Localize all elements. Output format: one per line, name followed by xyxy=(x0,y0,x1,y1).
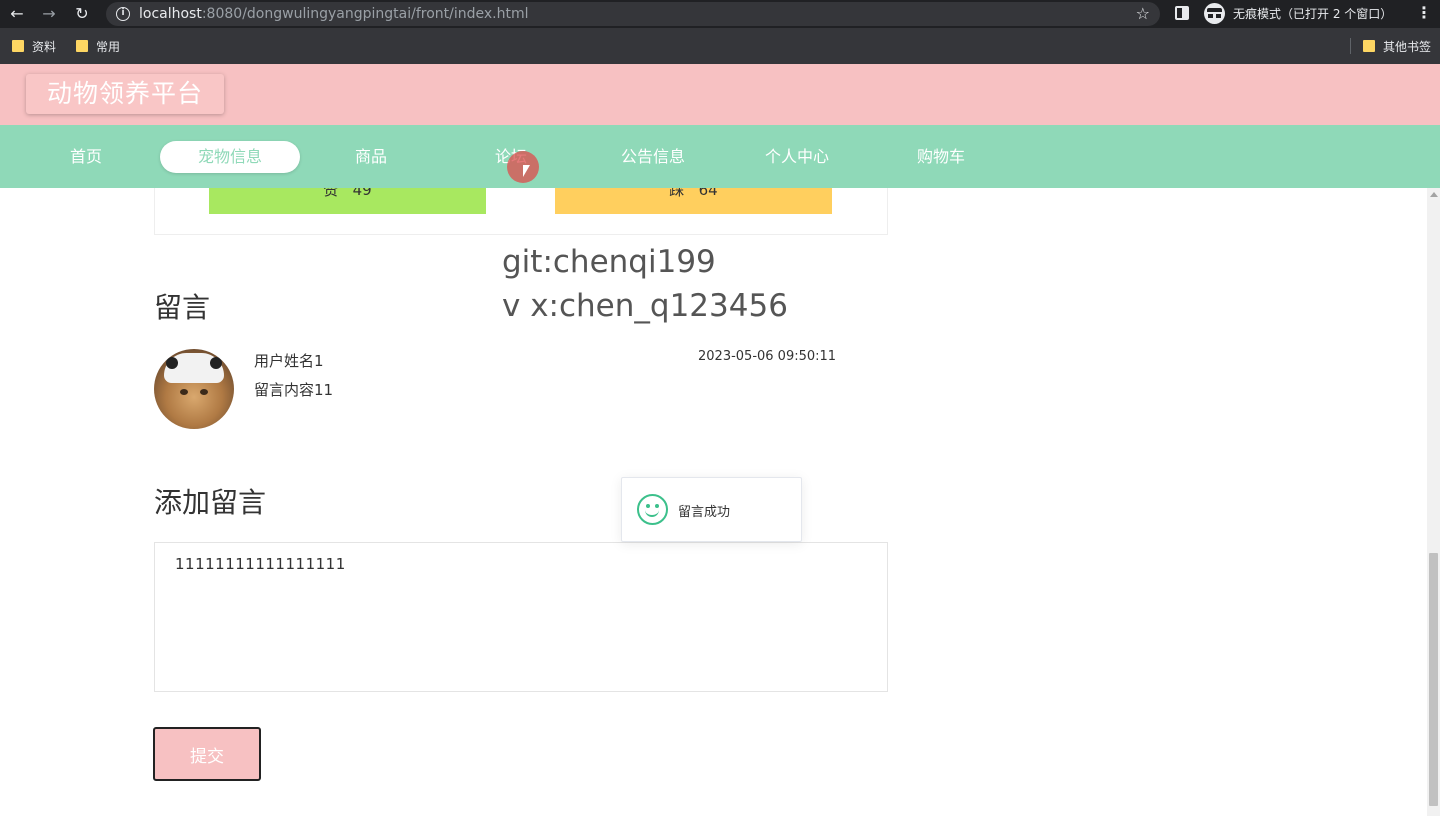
incognito-label[interactable]: 无痕模式（已打开 2 个窗口） xyxy=(1233,5,1392,22)
address-bar[interactable]: i localhost:8080/dongwulingyangpingtai/f… xyxy=(106,2,1160,26)
bookmarks-bar: 资料 常用 其他书签 xyxy=(0,28,1440,64)
smile-icon xyxy=(637,494,668,525)
avatar-eye xyxy=(180,389,188,395)
forward-arrow-icon[interactable]: → xyxy=(38,3,60,25)
mouse-pointer-icon xyxy=(523,165,530,177)
submit-button[interactable]: 提交 xyxy=(153,727,261,781)
nav-products[interactable]: 商品 xyxy=(337,141,405,173)
comment-username: 用户姓名1 xyxy=(254,352,324,370)
toast-message: 留言成功 xyxy=(678,505,731,520)
comments-title: 留言 xyxy=(154,291,211,324)
back-arrow-icon[interactable]: ← xyxy=(6,3,28,25)
nav-cart[interactable]: 购物车 xyxy=(906,141,976,173)
nav-announcements[interactable]: 公告信息 xyxy=(612,141,694,173)
avatar-eye xyxy=(200,389,208,395)
folder-icon xyxy=(1363,40,1375,52)
url-text[interactable]: localhost:8080/dongwulingyangpingtai/fro… xyxy=(139,6,528,22)
url-host: localhost xyxy=(139,6,202,22)
bookmark-star-icon[interactable]: ☆ xyxy=(1136,4,1150,23)
nav-pet-info[interactable]: 宠物信息 xyxy=(160,141,300,173)
site-logo[interactable]: 动物领养平台 xyxy=(26,74,224,114)
success-toast: 留言成功 xyxy=(621,477,802,542)
info-icon[interactable]: i xyxy=(116,7,130,21)
incognito-icon[interactable] xyxy=(1204,3,1225,24)
comment-content: 留言内容11 xyxy=(254,381,334,399)
browser-toolbar: ← → ↻ i localhost:8080/dongwulingyangpin… xyxy=(0,0,1440,28)
reload-icon[interactable]: ↻ xyxy=(71,3,93,25)
page-scrollbar[interactable] xyxy=(1427,188,1440,816)
avatar-ear xyxy=(210,357,222,369)
avatar xyxy=(154,349,234,429)
scroll-up-arrow-icon[interactable] xyxy=(1430,192,1438,197)
scroll-thumb[interactable] xyxy=(1429,553,1438,806)
bookmark-label: 常用 xyxy=(96,40,121,54)
add-comment-title: 添加留言 xyxy=(154,486,267,519)
watermark-line-1: git:chenqi199 xyxy=(502,244,716,280)
side-panel-icon[interactable] xyxy=(1175,6,1189,20)
main-nav: 首页 宠物信息 商品 论坛 公告信息 个人中心 购物车 xyxy=(0,125,1440,188)
bookmark-label: 资料 xyxy=(32,40,57,54)
avatar-ear xyxy=(166,357,178,369)
bookmark-folder-changyong[interactable]: 常用 xyxy=(76,38,120,54)
more-menu-icon[interactable]: ⋮ xyxy=(1416,3,1432,22)
nav-home[interactable]: 首页 xyxy=(52,141,120,173)
comment-textarea[interactable]: 11111111111111111 xyxy=(154,542,888,692)
folder-icon xyxy=(12,40,24,52)
watermark-line-2: v x:chen_q123456 xyxy=(502,288,788,324)
other-bookmarks[interactable]: 其他书签 xyxy=(1363,38,1431,54)
site-header: 动物领养平台 xyxy=(0,64,1440,125)
folder-icon xyxy=(76,40,88,52)
bookmark-folder-ziliao[interactable]: 资料 xyxy=(12,38,56,54)
bookmark-divider xyxy=(1350,38,1351,54)
url-path: :8080/dongwulingyangpingtai/front/index.… xyxy=(201,6,529,22)
comment-timestamp: 2023-05-06 09:50:11 xyxy=(698,349,837,364)
nav-personal-center[interactable]: 个人中心 xyxy=(756,141,838,173)
bookmark-label: 其他书签 xyxy=(1383,40,1432,54)
